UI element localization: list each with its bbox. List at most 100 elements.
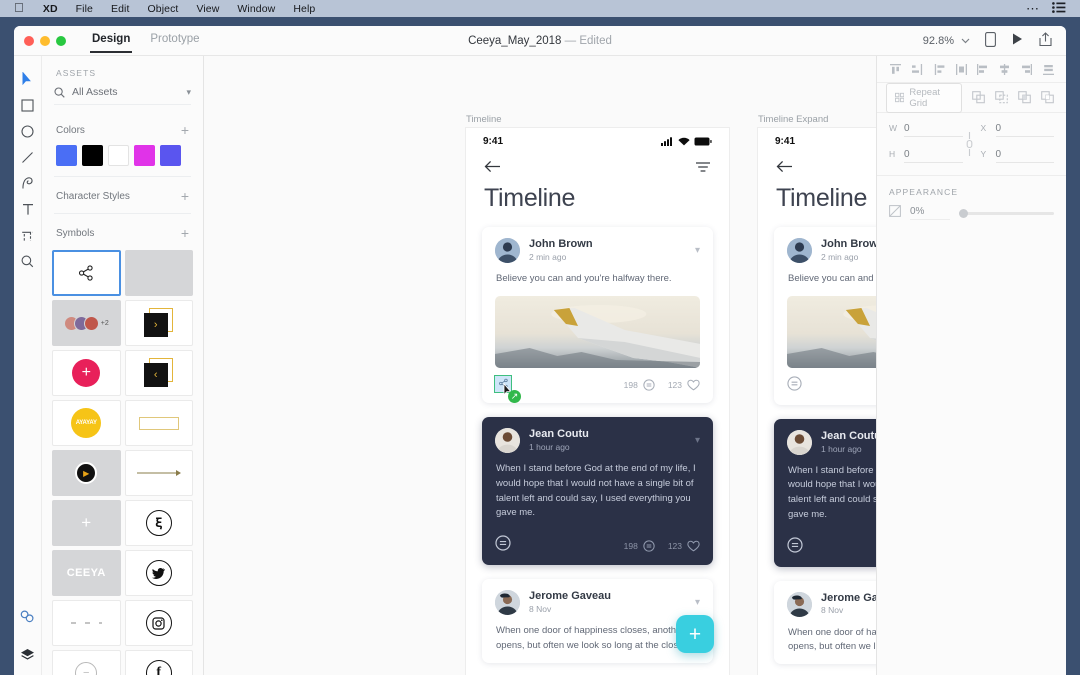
symbol-plus[interactable]: +	[52, 500, 121, 546]
menu-view[interactable]: View	[187, 3, 228, 15]
line-tool[interactable]	[16, 144, 40, 170]
symbol-facebook-icon[interactable]: f	[124, 650, 193, 675]
back-arrow-icon[interactable]	[484, 160, 501, 178]
subtract-shape-icon[interactable]	[993, 89, 1011, 107]
tab-prototype[interactable]: Prototype	[150, 33, 199, 48]
x-field[interactable]: X 0	[981, 123, 1054, 137]
chevron-down-icon[interactable]: ▾	[695, 245, 700, 256]
zoom-tool[interactable]	[16, 248, 40, 274]
maximize-window-button[interactable]	[56, 35, 66, 46]
close-window-button[interactable]	[24, 35, 34, 46]
symbol-add-pink-button[interactable]: +	[52, 350, 121, 396]
post-card[interactable]: Jerome Gaveau 8 Nov ▾ When one door of h…	[774, 580, 876, 665]
opacity-slider-knob[interactable]	[959, 208, 968, 218]
align-bottom-icon[interactable]	[1039, 60, 1057, 78]
symbol-play-button[interactable]: ▶	[52, 450, 121, 496]
symbol-avatar-group[interactable]: +2	[52, 300, 121, 346]
symbol-ceeya-logo[interactable]: CEEYA	[52, 550, 121, 596]
pen-tool[interactable]	[16, 170, 40, 196]
filter-icon[interactable]	[695, 160, 711, 178]
symbol-blank-gray[interactable]	[124, 250, 193, 296]
menu-file[interactable]: File	[67, 3, 102, 15]
align-right-icon[interactable]	[1017, 60, 1035, 78]
more-dots-icon[interactable]: ⋯	[1026, 2, 1040, 15]
assets-search-input[interactable]: All Assets ▾	[54, 86, 191, 105]
window-controls[interactable]	[14, 35, 66, 46]
color-swatch[interactable]	[56, 145, 77, 166]
share-icon[interactable]	[1039, 31, 1052, 50]
like-count-group[interactable]: 123	[668, 540, 700, 552]
distribute-top-icon[interactable]	[886, 60, 904, 78]
ellipse-tool[interactable]	[16, 118, 40, 144]
exclude-shape-icon[interactable]	[1039, 89, 1057, 107]
menu-edit[interactable]: Edit	[102, 3, 139, 15]
symbol-arrow-line[interactable]	[124, 450, 193, 496]
chevron-down-icon[interactable]: ▾	[695, 597, 700, 608]
add-character-style-button[interactable]: +	[181, 189, 189, 203]
rectangle-tool[interactable]	[16, 92, 40, 118]
symbol-next-arrow-frame[interactable]: ›	[124, 300, 193, 346]
symbol-minus-circle[interactable]: −	[52, 650, 121, 675]
comment-count-group[interactable]: 198	[624, 379, 655, 391]
menu-window[interactable]: Window	[228, 3, 284, 15]
zoom-control[interactable]: 92.8%	[923, 35, 970, 47]
post-card[interactable]: John Brown 2 min ago ▾ Believe you can a…	[482, 227, 713, 404]
link-aspect-icon[interactable]	[965, 131, 974, 157]
artboard-timeline[interactable]: 9:41 Timeline John Brown 2 min ago ▾ Bel…	[466, 128, 729, 675]
symbol-instagram-icon[interactable]	[124, 600, 193, 646]
minimize-window-button[interactable]	[40, 35, 50, 46]
list-icon[interactable]	[1052, 1, 1066, 16]
post-card[interactable]: Jean Coutu 1 hour ago ▾ When I stand bef…	[482, 417, 713, 566]
comment-icon[interactable]	[787, 376, 802, 396]
add-symbol-button[interactable]: +	[181, 226, 189, 240]
post-card[interactable]: John Brown 2 min ago ▾ Believe you can a…	[774, 227, 876, 405]
design-canvas[interactable]: Timeline 9:41 Timeline John Brown 2 min …	[204, 56, 876, 675]
select-tool[interactable]	[16, 66, 40, 92]
add-fab-button[interactable]: +	[676, 615, 714, 653]
add-color-button[interactable]: +	[181, 123, 189, 137]
artboard-tool[interactable]	[16, 222, 40, 248]
opacity-slider[interactable]	[959, 208, 1054, 218]
symbol-share[interactable]	[52, 250, 121, 296]
symbol-yellow-badge[interactable]: AYAYAY	[52, 400, 121, 446]
components-tool[interactable]	[16, 603, 40, 629]
back-arrow-icon[interactable]	[776, 160, 793, 178]
artboard-label-timeline-expand[interactable]: Timeline Expand	[758, 114, 828, 125]
menu-xd[interactable]: XD	[34, 3, 67, 15]
distribute-horizontal-icon[interactable]	[908, 60, 926, 78]
text-tool[interactable]	[16, 196, 40, 222]
repeat-grid-button[interactable]: Repeat Grid	[886, 82, 962, 113]
post-card[interactable]: Jean Coutu 1 hour ago ▾ When I stand bef…	[774, 418, 876, 567]
height-field[interactable]: H 0	[889, 149, 963, 163]
chevron-down-icon[interactable]: ▾	[186, 87, 191, 98]
like-count-group[interactable]: 123	[668, 379, 700, 391]
tab-design[interactable]: Design	[89, 33, 133, 53]
color-swatch[interactable]	[82, 145, 103, 166]
intersect-shape-icon[interactable]	[1016, 89, 1034, 107]
symbol-prev-arrow-frame[interactable]: ‹	[124, 350, 193, 396]
y-field[interactable]: Y 0	[981, 149, 1054, 163]
comment-icon[interactable]	[787, 536, 803, 558]
artboard-label-timeline[interactable]: Timeline	[466, 114, 502, 125]
symbol-pinterest-icon[interactable]: 𝛏	[124, 500, 193, 546]
layers-tool[interactable]	[16, 641, 40, 667]
artboard-timeline-expand[interactable]: 9:41 Timeline John Brow 2 min ago Believ…	[758, 128, 876, 675]
menu-help[interactable]: Help	[284, 3, 324, 15]
color-swatch[interactable]	[108, 145, 129, 166]
symbol-twitter-icon[interactable]	[124, 550, 193, 596]
selected-share-symbol[interactable]: ↗	[494, 374, 521, 403]
apple-logo-icon[interactable]: 	[8, 1, 34, 16]
align-left-icon[interactable]	[973, 60, 991, 78]
symbol-outlined-button[interactable]	[124, 400, 193, 446]
device-preview-icon[interactable]	[985, 31, 996, 50]
align-center-icon[interactable]	[995, 60, 1013, 78]
add-shape-icon[interactable]	[970, 89, 988, 107]
menu-object[interactable]: Object	[138, 3, 187, 15]
chevron-down-icon[interactable]: ▾	[695, 435, 700, 446]
comment-icon[interactable]	[495, 535, 511, 556]
distribute-vertical-icon[interactable]	[930, 60, 948, 78]
opacity-value[interactable]: 0%	[910, 206, 950, 220]
comment-count-group[interactable]: 198	[624, 539, 655, 552]
color-swatch[interactable]	[160, 145, 181, 166]
symbol-dots[interactable]	[52, 600, 121, 646]
